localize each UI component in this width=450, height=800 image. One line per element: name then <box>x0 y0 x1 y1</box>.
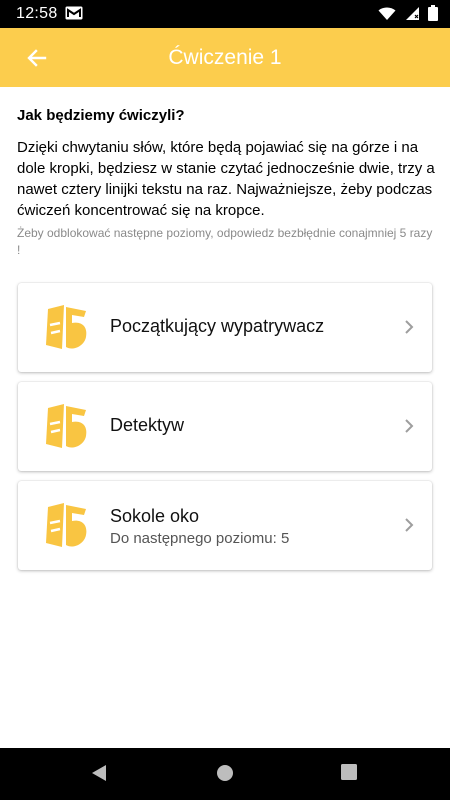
level-card-detective[interactable]: Detektyw <box>18 382 432 471</box>
arrow-left-icon <box>27 49 47 67</box>
exercise-description: Dzięki chwytaniu słów, które będą pojawi… <box>17 139 435 219</box>
square-recents-icon <box>341 764 357 780</box>
triangle-back-icon <box>92 765 106 781</box>
level-badge-icon <box>46 404 87 448</box>
level-title: Początkujący wypatrywacz <box>110 316 325 336</box>
level-title: Sokole oko <box>110 506 200 526</box>
page-title: Ćwiczenie 1 <box>168 46 282 69</box>
level-card-hawk-eye[interactable]: Sokole oko Do następnego poziomu: 5 <box>18 481 432 570</box>
level-badge-icon <box>46 503 87 547</box>
app-bar: Ćwiczenie 1 <box>0 28 450 87</box>
status-bar: 12:58 <box>0 0 450 28</box>
nav-recents-button[interactable] <box>341 764 357 785</box>
chevron-right-icon <box>405 419 414 433</box>
nav-home-button[interactable] <box>216 764 234 787</box>
section-heading: Jak będziemy ćwiczyli? <box>17 107 185 124</box>
nav-back-button[interactable] <box>90 764 108 787</box>
level-card-beginner[interactable]: Początkujący wypatrywacz <box>18 283 432 372</box>
level-title: Detektyw <box>110 415 185 435</box>
gmail-notification-icon <box>65 6 83 25</box>
status-time: 12:58 <box>16 5 58 22</box>
circle-home-icon <box>217 765 233 781</box>
battery-icon <box>428 5 438 26</box>
chevron-right-icon <box>405 518 414 532</box>
chevron-right-icon <box>405 320 414 334</box>
level-badge-icon <box>46 305 87 349</box>
unlock-hint: Żeby odblokować następne poziomy, odpowi… <box>17 226 433 257</box>
level-progress: Do następnego poziomu: 5 <box>110 530 290 547</box>
wifi-icon <box>378 6 396 26</box>
back-button[interactable] <box>24 45 50 71</box>
signal-icon <box>404 6 420 26</box>
system-nav-bar <box>0 748 450 800</box>
